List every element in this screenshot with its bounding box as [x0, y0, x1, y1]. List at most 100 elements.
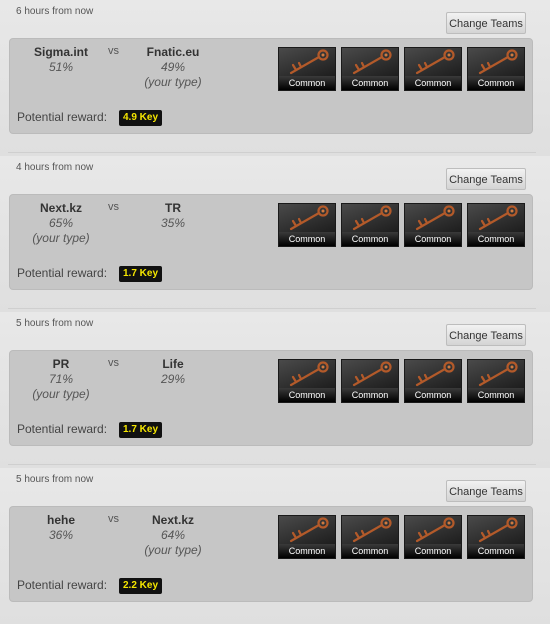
key-icon: [478, 517, 518, 543]
key-icon: [478, 361, 518, 387]
key-icon: [352, 361, 392, 387]
item-rarity-label: Common: [342, 232, 398, 246]
team-1-name: PR: [52, 357, 70, 371]
match-time: 5 hours from now: [16, 474, 94, 485]
item-tile[interactable]: Common: [467, 47, 525, 91]
change-teams-button[interactable]: Change Teams: [446, 324, 526, 346]
match-section: 6 hours from now Change Teams Sigma.int …: [0, 0, 550, 156]
potential-reward-label: Potential reward:: [17, 266, 108, 280]
reward-badge: 2.2 Key: [119, 578, 163, 594]
divider: [8, 152, 536, 153]
item-rarity-label: Common: [279, 544, 335, 558]
item-rarity-label: Common: [468, 76, 524, 90]
key-icon: [289, 49, 329, 75]
team-2-percent: 49%: [160, 60, 186, 74]
item-tile[interactable]: Common: [341, 359, 399, 403]
team-2-name: Next.kz: [151, 513, 195, 527]
match-card: hehe 36% vs Next.kz 64% (your type) Pote…: [9, 506, 533, 602]
team-1-your-type: (your type): [32, 387, 90, 401]
item-tile[interactable]: Common: [341, 47, 399, 91]
match-time: 5 hours from now: [16, 318, 94, 329]
change-teams-button[interactable]: Change Teams: [446, 168, 526, 190]
item-tile[interactable]: Common: [341, 203, 399, 247]
match-card: Next.kz 65% (your type) vs TR 35% Potent…: [9, 194, 533, 290]
team-2-name: Life: [162, 357, 184, 371]
item-rarity-label: Common: [468, 232, 524, 246]
team-2-name: TR: [165, 201, 181, 215]
key-icon: [289, 517, 329, 543]
item-rarity-label: Common: [279, 232, 335, 246]
team-1-name: Sigma.int: [33, 45, 88, 59]
team-1: Sigma.int 51%: [6, 45, 116, 75]
item-rarity-label: Common: [468, 388, 524, 402]
key-icon: [478, 205, 518, 231]
item-tile[interactable]: Common: [278, 359, 336, 403]
match-card: PR 71% (your type) vs Life 29% Potential…: [9, 350, 533, 446]
item-rarity-label: Common: [342, 544, 398, 558]
team-1-percent: 51%: [48, 60, 74, 74]
change-teams-button[interactable]: Change Teams: [446, 12, 526, 34]
reward-badge: 4.9 Key: [119, 110, 163, 126]
key-icon: [289, 205, 329, 231]
team-1: hehe 36%: [6, 513, 116, 543]
team-2-percent: 29%: [160, 372, 186, 386]
key-icon: [415, 205, 455, 231]
divider: [8, 464, 536, 465]
key-icon: [478, 49, 518, 75]
item-tile[interactable]: Common: [341, 515, 399, 559]
team-1-percent: 65%: [48, 216, 74, 230]
team-2: Life 29%: [118, 357, 228, 387]
match-card: Sigma.int 51% vs Fnatic.eu 49% (your typ…: [9, 38, 533, 134]
potential-reward-label: Potential reward:: [17, 422, 108, 436]
item-tile[interactable]: Common: [404, 47, 462, 91]
item-rarity-label: Common: [405, 544, 461, 558]
key-icon: [415, 517, 455, 543]
team-2-percent: 35%: [160, 216, 186, 230]
match-section: 5 hours from now Change Teams hehe 36% v…: [0, 464, 550, 624]
item-rarity-label: Common: [279, 388, 335, 402]
match-time: 6 hours from now: [16, 6, 94, 17]
team-1-name: hehe: [46, 513, 75, 527]
key-icon: [415, 361, 455, 387]
item-rarity-label: Common: [405, 76, 461, 90]
item-tile[interactable]: Common: [467, 515, 525, 559]
team-1-percent: 36%: [48, 528, 74, 542]
team-2-your-type: (your type): [144, 75, 202, 89]
item-tile[interactable]: Common: [278, 515, 336, 559]
item-tile[interactable]: Common: [278, 203, 336, 247]
team-2: Next.kz 64% (your type): [118, 513, 228, 558]
key-icon: [289, 361, 329, 387]
team-1-percent: 71%: [48, 372, 74, 386]
team-2: Fnatic.eu 49% (your type): [118, 45, 228, 90]
team-2-percent: 64%: [160, 528, 186, 542]
key-icon: [415, 49, 455, 75]
item-rarity-label: Common: [405, 388, 461, 402]
item-tile[interactable]: Common: [404, 515, 462, 559]
team-2: TR 35%: [118, 201, 228, 231]
item-rarity-label: Common: [279, 76, 335, 90]
team-1: PR 71% (your type): [6, 357, 116, 402]
match-section: 5 hours from now Change Teams PR 71% (yo…: [0, 308, 550, 468]
team-2-your-type: (your type): [144, 543, 202, 557]
item-tile[interactable]: Common: [404, 359, 462, 403]
team-2-name: Fnatic.eu: [146, 45, 200, 59]
item-rarity-label: Common: [342, 76, 398, 90]
match-section: 4 hours from now Change Teams Next.kz 65…: [0, 152, 550, 312]
key-icon: [352, 205, 392, 231]
key-icon: [352, 49, 392, 75]
change-teams-button[interactable]: Change Teams: [446, 480, 526, 502]
potential-reward-label: Potential reward:: [17, 578, 108, 592]
item-tile[interactable]: Common: [467, 203, 525, 247]
item-rarity-label: Common: [342, 388, 398, 402]
item-rarity-label: Common: [405, 232, 461, 246]
potential-reward-label: Potential reward:: [17, 110, 108, 124]
item-tile[interactable]: Common: [278, 47, 336, 91]
reward-badge: 1.7 Key: [119, 266, 163, 282]
item-tile[interactable]: Common: [467, 359, 525, 403]
team-1-name: Next.kz: [39, 201, 83, 215]
team-1-your-type: (your type): [32, 231, 90, 245]
item-tile[interactable]: Common: [404, 203, 462, 247]
divider: [8, 308, 536, 309]
team-1: Next.kz 65% (your type): [6, 201, 116, 246]
item-rarity-label: Common: [468, 544, 524, 558]
